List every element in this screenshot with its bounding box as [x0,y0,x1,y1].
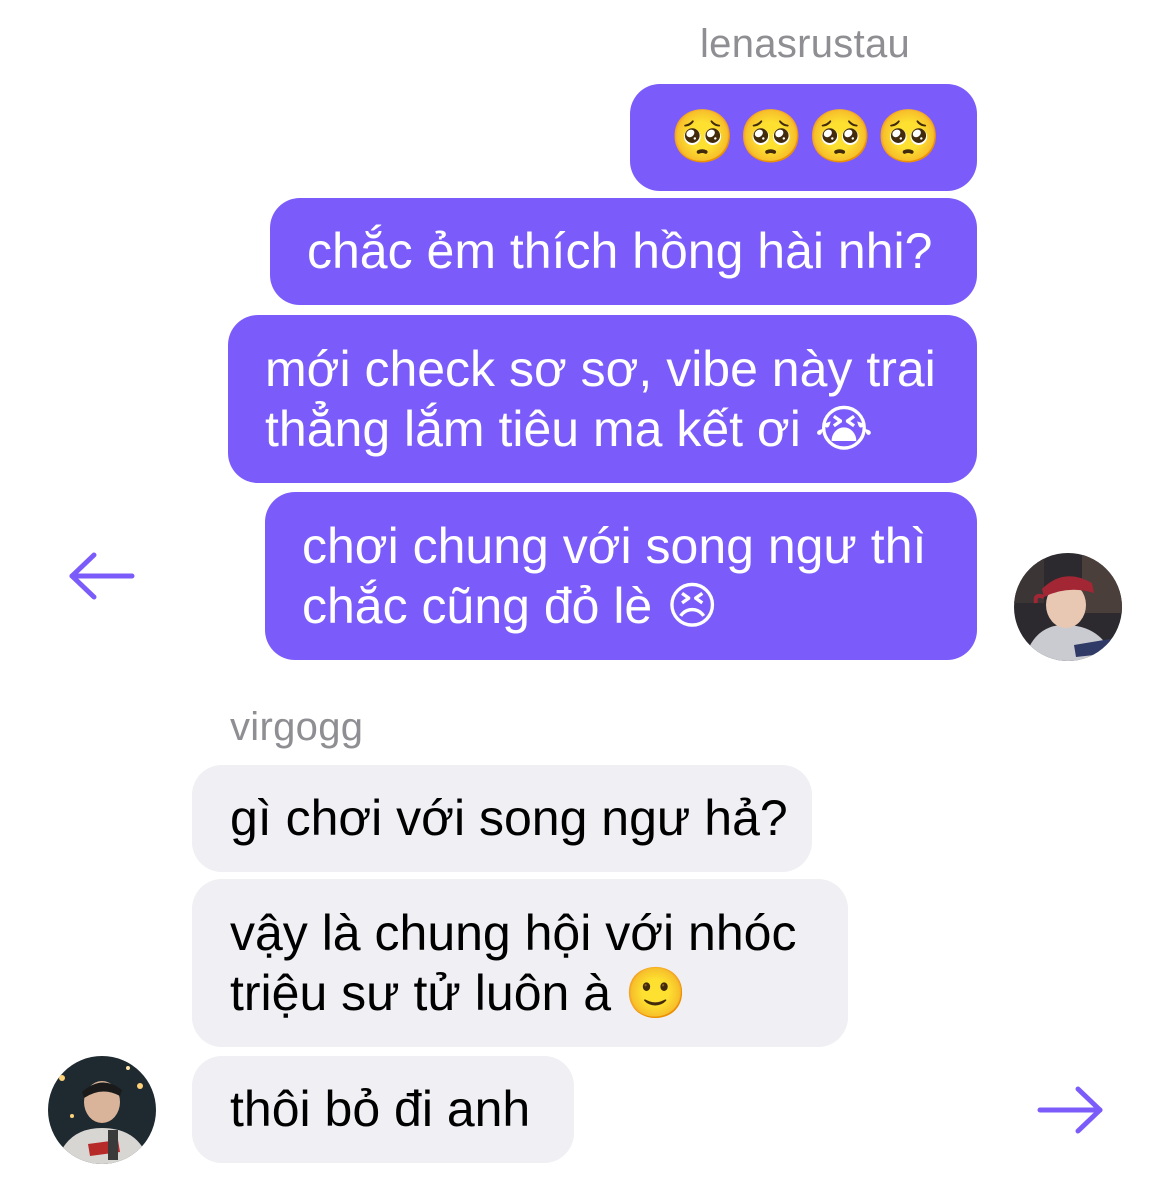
message-bubble-incoming-1[interactable]: gì chơi với song ngư hả? [192,765,812,872]
message-text-line-2: chắc cũng đỏ lè 😣 [302,578,719,634]
avatar-photo-image [1014,553,1122,661]
message-bubble-outgoing-2[interactable]: chắc ẻm thích hồng hài nhi? [270,198,977,305]
avatar-virgogg[interactable] [48,1056,156,1164]
avatar-lenasrustau[interactable] [1014,553,1122,661]
message-text: gì chơi với song ngư hả? [230,790,788,846]
sender-name-lenasrustau: lenasrustau [700,22,911,66]
arrow-right-icon[interactable] [1034,1085,1104,1135]
message-bubble-outgoing-1[interactable]: 🥺🥺🥺🥺 [630,84,977,191]
arrow-left-icon[interactable] [68,551,138,601]
message-bubble-incoming-3[interactable]: thôi bỏ đi anh [192,1056,574,1163]
message-text-line-2: thẳng lắm tiêu ma kết ơi 😭 [265,401,874,457]
message-text-line-2: triệu sư tử luôn à 🙂 [230,965,688,1021]
avatar-photo-image [48,1056,156,1164]
sender-name-virgogg: virgogg [230,705,364,749]
message-bubble-outgoing-3[interactable]: mới check sơ sơ, vibe này trai thẳng lắm… [228,315,977,483]
message-text: chắc ẻm thích hồng hài nhi? [307,223,933,279]
message-text: thôi bỏ đi anh [230,1081,531,1137]
message-bubble-outgoing-4[interactable]: chơi chung với song ngư thì chắc cũng đỏ… [265,492,977,660]
message-text-line-1: chơi chung với song ngư thì [302,518,927,574]
pleading-face-emoji-text: 🥺🥺🥺🥺 [670,107,945,167]
message-text-line-1: mới check sơ sơ, vibe này trai [265,341,936,397]
message-text-line-1: vậy là chung hội với nhóc [230,905,797,961]
message-bubble-incoming-2[interactable]: vậy là chung hội với nhóc triệu sư tử lu… [192,879,848,1047]
